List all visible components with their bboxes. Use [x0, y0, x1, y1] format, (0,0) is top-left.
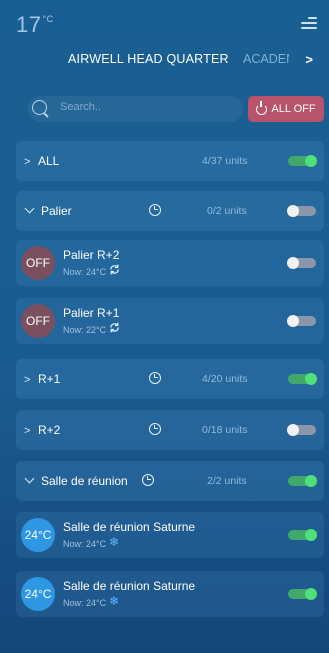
snowflake-icon: ❄	[109, 535, 120, 549]
group-all-toggle[interactable]	[288, 155, 317, 167]
outdoor-temperature: 17°C	[16, 12, 54, 37]
device-toggle[interactable]	[288, 588, 317, 600]
device-toggle[interactable]	[287, 257, 316, 269]
group-label: R+2	[38, 423, 61, 437]
chevron-right-icon: >	[24, 374, 31, 386]
toggle-knob	[287, 205, 299, 217]
clock-icon[interactable]	[149, 372, 161, 384]
units-count: 0/2 units	[207, 205, 247, 217]
group-salle-de-reunion[interactable]: Salle de réunion 2/2 units	[16, 461, 324, 501]
current-temperature: Now: 24°C	[63, 267, 107, 277]
device-palier-r1[interactable]: OFF Palier R+1 Now: 22°C	[16, 298, 324, 344]
search-input[interactable]	[58, 100, 232, 114]
toggle-knob	[305, 155, 317, 167]
group-palier[interactable]: Palier 0/2 units	[16, 191, 324, 231]
toggle-knob	[305, 373, 317, 385]
device-name: Salle de réunion Saturne	[63, 520, 196, 534]
chevron-right-icon: >	[24, 156, 31, 168]
clock-icon[interactable]	[149, 204, 161, 216]
group-r1-toggle[interactable]	[288, 373, 317, 385]
sync-icon	[110, 264, 119, 275]
units-count: 4/37 units	[202, 155, 248, 167]
site-tabs: AIRWELL HEAD QUARTER ACADEMY >	[0, 52, 329, 74]
toggle-knob	[287, 424, 299, 436]
tab-academy[interactable]: ACADEMY	[243, 52, 289, 66]
group-label: ALL	[38, 154, 60, 168]
search-icon	[32, 100, 47, 115]
group-label: Palier	[41, 204, 72, 218]
toggle-knob	[305, 588, 317, 600]
device-name: Palier R+1	[63, 306, 120, 320]
toggle-knob	[287, 315, 299, 327]
status-badge: OFF	[21, 246, 55, 280]
device-name: Palier R+2	[63, 248, 120, 262]
chevron-right-icon[interactable]: >	[305, 52, 313, 67]
group-label: R+1	[38, 372, 61, 386]
current-temperature: Now: 24°C	[63, 539, 107, 549]
search-bar	[28, 96, 243, 122]
top-bar: 17°C AIRWELL HEAD QUARTER ACADEMY >	[0, 0, 329, 90]
device-toggle[interactable]	[288, 529, 317, 541]
clock-icon[interactable]	[142, 474, 154, 486]
current-temperature: Now: 22°C	[63, 325, 107, 335]
toggle-knob	[287, 257, 299, 269]
group-salle-toggle[interactable]	[288, 475, 317, 487]
sync-icon	[110, 322, 119, 333]
group-all[interactable]: > ALL 4/37 units	[16, 141, 324, 181]
chevron-down-icon	[24, 203, 35, 214]
device-toggle[interactable]	[287, 315, 316, 327]
power-icon	[256, 100, 268, 115]
device-palier-r2[interactable]: OFF Palier R+2 Now: 24°C	[16, 240, 324, 286]
toggle-knob	[305, 475, 317, 487]
device-name: Salle de réunion Saturne	[63, 579, 196, 593]
all-off-label: ALL OFF	[271, 103, 316, 115]
chevron-right-icon: >	[24, 425, 31, 437]
group-label: Salle de réunion	[41, 474, 128, 488]
tab-airwell-head-quarter[interactable]: AIRWELL HEAD QUARTER	[68, 52, 229, 66]
group-r2[interactable]: > R+2 0/18 units	[16, 410, 324, 450]
current-temperature: Now: 24°C	[63, 598, 107, 608]
all-off-button[interactable]: ALL OFF	[248, 96, 324, 122]
status-badge: OFF	[21, 304, 55, 338]
device-salle-saturne[interactable]: 24°C Salle de réunion Saturne Now: 24°C …	[16, 512, 324, 558]
units-count: 2/2 units	[207, 475, 247, 487]
units-count: 4/20 units	[202, 373, 248, 385]
toggle-knob	[305, 529, 317, 541]
temperature-badge: 24°C	[21, 518, 55, 552]
clock-icon[interactable]	[149, 423, 161, 435]
units-count: 0/18 units	[202, 424, 248, 436]
menu-icon[interactable]	[299, 14, 317, 32]
temperature-badge: 24°C	[21, 577, 55, 611]
group-palier-toggle[interactable]	[287, 205, 316, 217]
snowflake-icon: ❄	[109, 594, 120, 608]
device-salle-saturne[interactable]: 24°C Salle de réunion Saturne Now: 24°C …	[16, 571, 324, 617]
chevron-down-icon	[24, 473, 35, 484]
group-r1[interactable]: > R+1 4/20 units	[16, 359, 324, 399]
group-r2-toggle[interactable]	[287, 424, 316, 436]
